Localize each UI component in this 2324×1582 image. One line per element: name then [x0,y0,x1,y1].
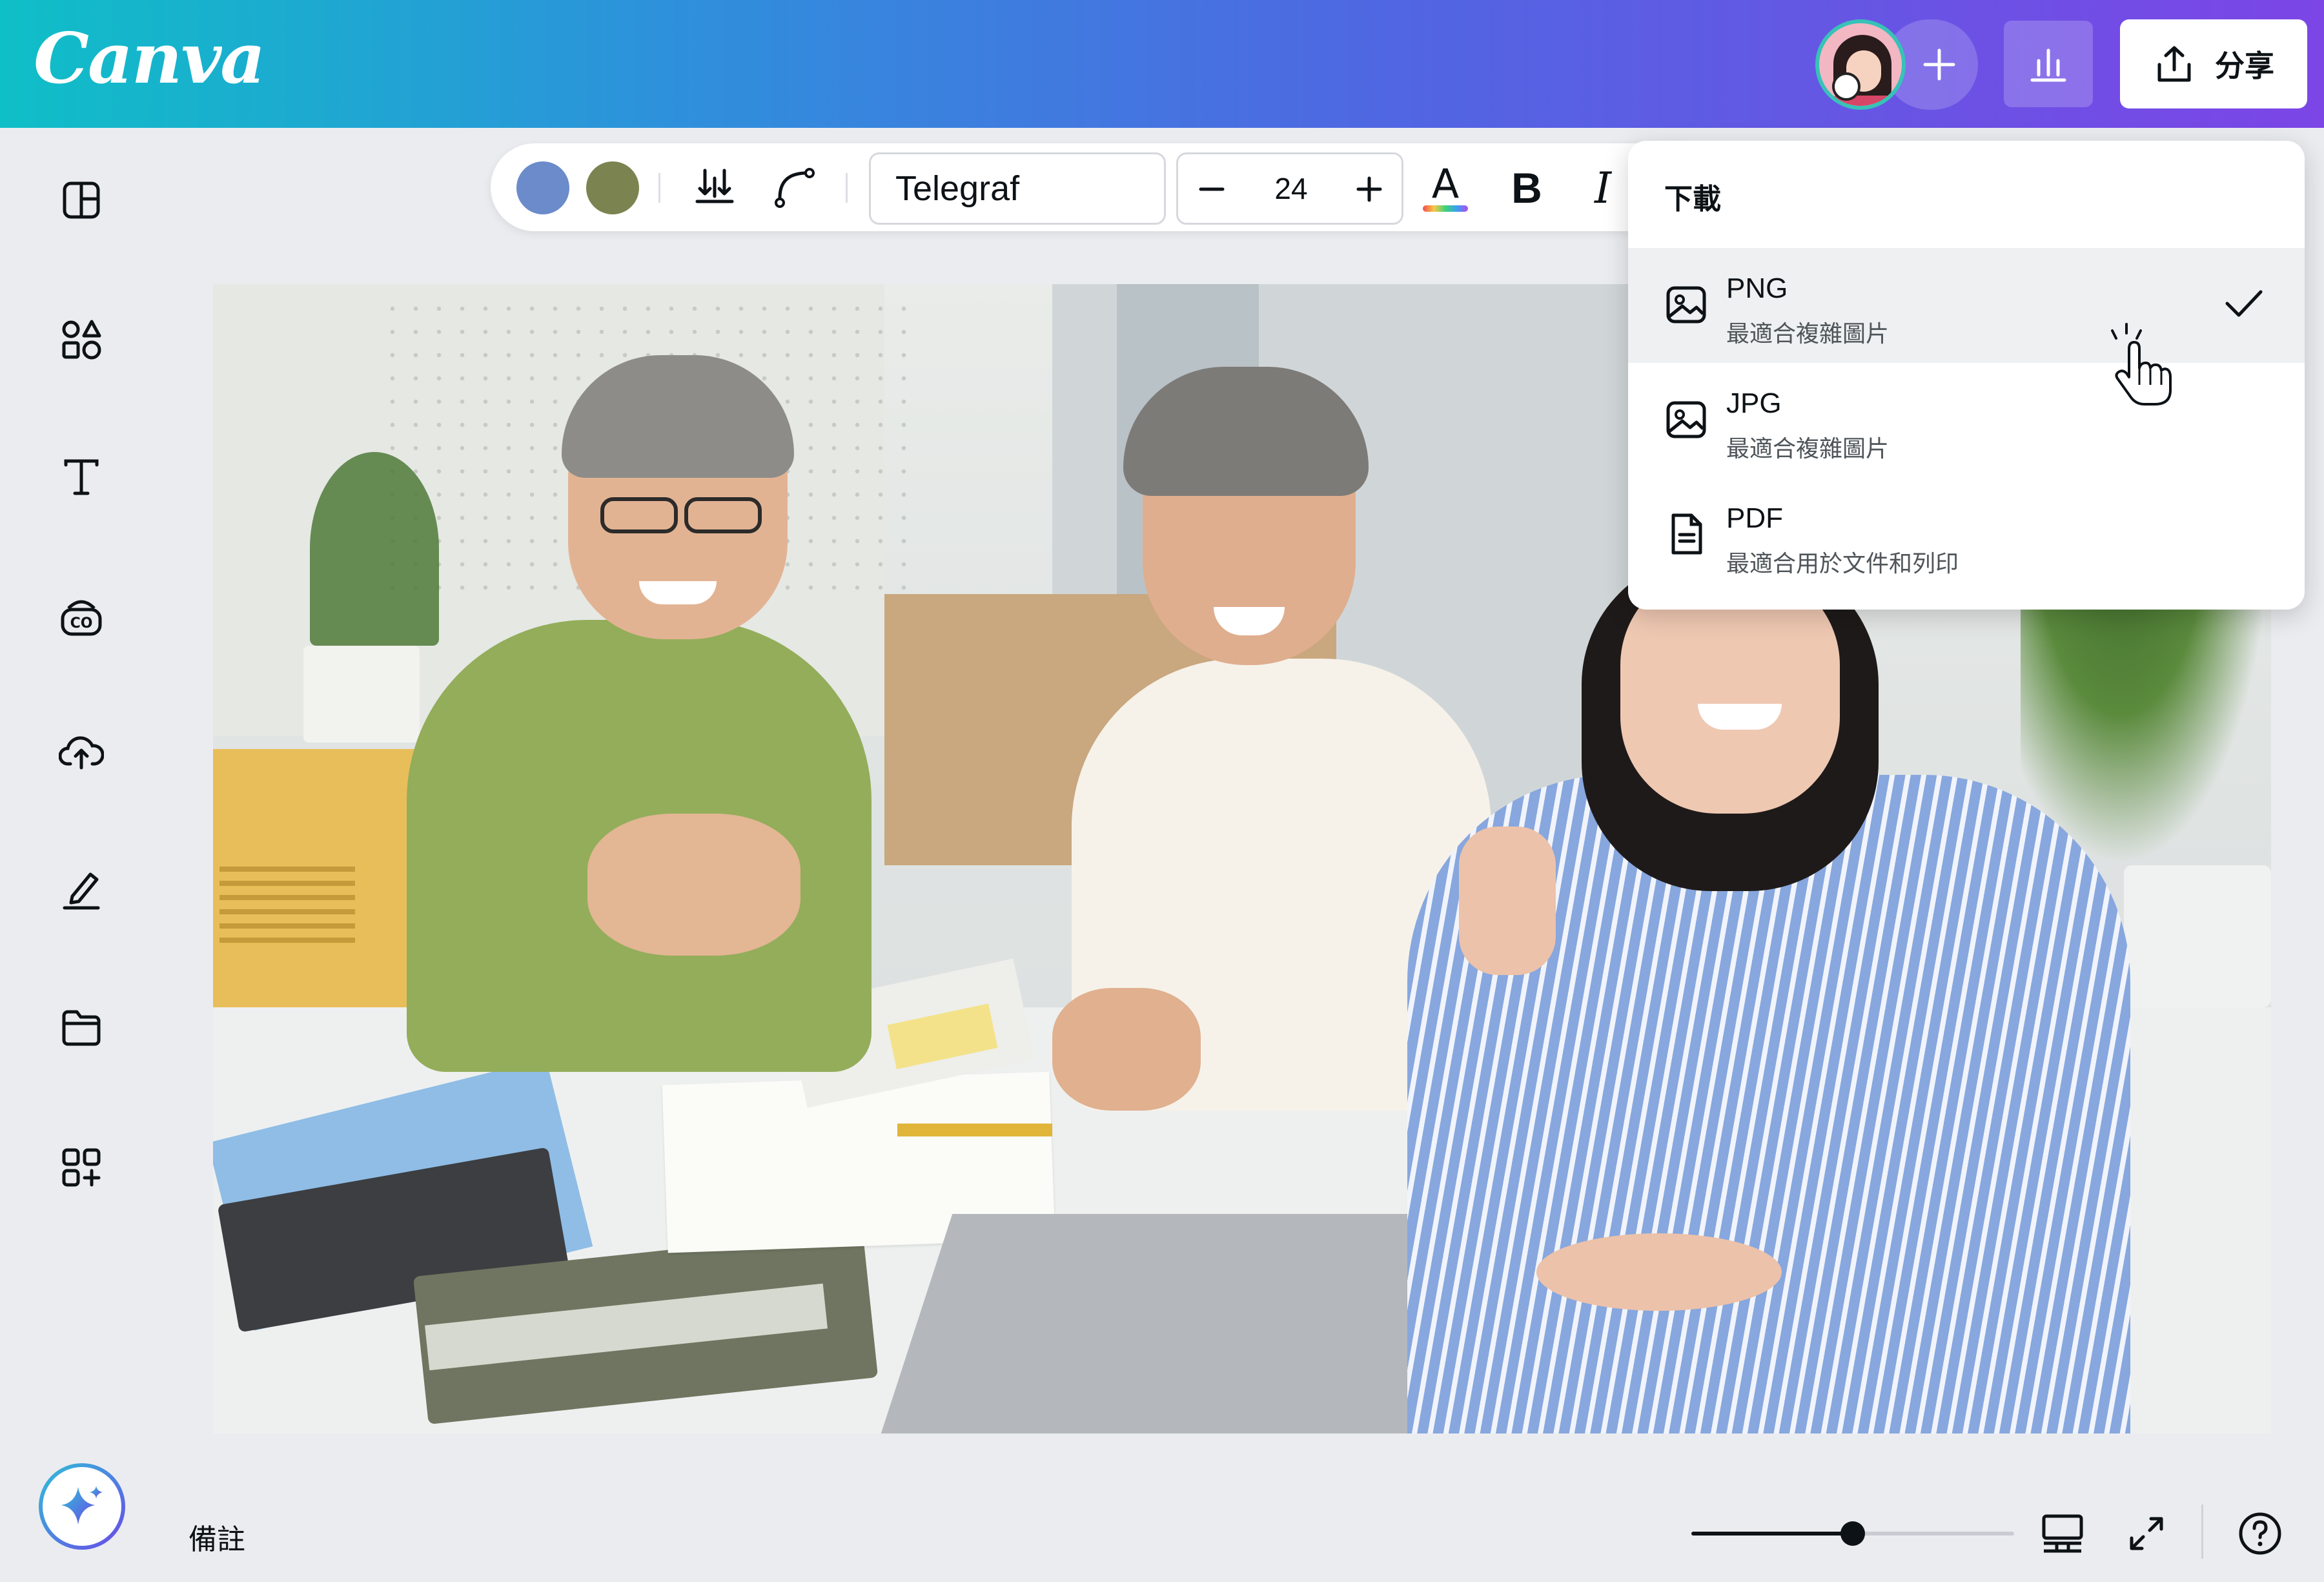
download-option-jpg[interactable]: JPG 最適合複雜圖片 [1628,363,2305,478]
share-label: 分享 [2215,49,2274,83]
font-family-select[interactable]: Telegraf [869,152,1166,225]
plus-icon [1923,48,1955,81]
decrease-size-button[interactable] [1186,163,1238,215]
page-grid-view-button[interactable] [2034,1505,2092,1563]
text-color-letter: A [1432,160,1459,207]
text-icon[interactable] [56,451,107,502]
option-name: PDF [1726,502,1783,534]
color-swatch-2[interactable] [586,161,639,214]
help-button[interactable] [2231,1505,2289,1563]
hand-pointer-cursor-icon [2111,323,2172,406]
zoom-slider[interactable] [1691,1521,2014,1546]
checkmark-icon [2225,290,2263,317]
bar-chart-icon [2030,48,2066,82]
projects-folder-icon[interactable] [56,1002,107,1054]
minus-icon [1199,187,1225,191]
elements-shapes-icon[interactable] [56,314,107,365]
sparkle-icon [61,1486,103,1525]
download-menu: 下載 PNG 最適合複雜圖片 JPG 最適合複雜圖片 PDF 最適合用於文件和列… [1628,141,2305,610]
draw-pen-icon[interactable] [56,864,107,916]
option-name: PNG [1726,272,1788,304]
bold-button[interactable]: B [1499,160,1554,216]
download-menu-title: 下載 [1664,183,1721,215]
download-option-pdf[interactable]: PDF 最適合用於文件和列印 [1628,478,2305,593]
svg-text:CO: CO [70,615,93,632]
option-name: JPG [1726,387,1782,419]
uploads-cloud-icon[interactable] [56,726,107,777]
bottom-divider [2201,1505,2203,1559]
share-button[interactable]: 分享 [2120,19,2307,108]
apps-grid-icon[interactable] [56,1142,107,1193]
curve-text-icon[interactable] [767,160,822,216]
plus-icon [1356,176,1382,202]
top-bar: Canva 分享 [0,0,2324,128]
document-icon [1671,513,1702,555]
option-description: 最適合複雜圖片 [1726,320,1890,347]
font-size-value[interactable]: 24 [1249,154,1333,223]
upload-icon [2157,46,2191,82]
grid-view-icon [2042,1514,2083,1553]
avatar[interactable] [1815,19,1906,110]
analytics-button[interactable] [2004,21,2093,107]
toolbar-divider [846,173,848,203]
font-size-stepper: 24 [1176,152,1403,225]
zoom-slider-knob[interactable] [1840,1521,1865,1546]
expand-icon [2130,1517,2163,1550]
brand-kit-icon[interactable]: CO [56,590,107,642]
magic-assistant-button[interactable] [39,1463,125,1550]
design-layout-icon[interactable] [56,174,107,226]
image-icon [1666,286,1706,324]
image-icon [1666,401,1706,438]
notes-button[interactable]: 備註 [189,1516,245,1557]
italic-button[interactable]: I [1575,160,1631,216]
spacing-icon[interactable] [687,160,742,216]
canva-logo[interactable]: Canva [34,18,265,99]
fullscreen-button[interactable] [2117,1505,2176,1563]
option-description: 最適合用於文件和列印 [1726,550,1959,577]
color-swatch-1[interactable] [516,161,569,214]
increase-size-button[interactable] [1343,163,1395,215]
toolbar-divider [658,173,660,203]
option-description: 最適合複雜圖片 [1726,435,1890,462]
text-color-button[interactable]: A [1418,160,1473,216]
download-option-png[interactable]: PNG 最適合複雜圖片 [1628,248,2305,363]
zoom-slider-fill [1691,1532,1853,1536]
help-icon [2239,1512,2281,1555]
